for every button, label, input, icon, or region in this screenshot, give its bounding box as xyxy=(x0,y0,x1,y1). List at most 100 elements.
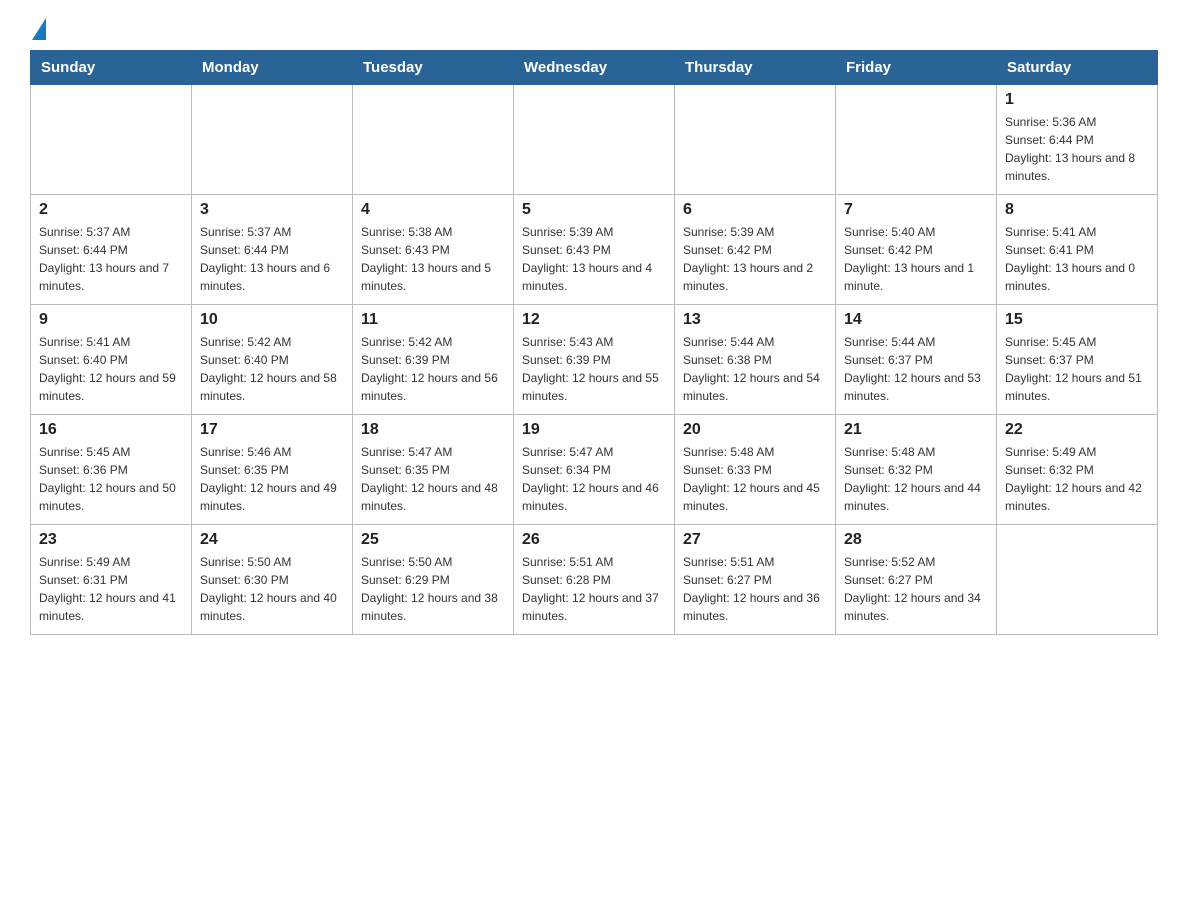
calendar-cell: 7Sunrise: 5:40 AMSunset: 6:42 PMDaylight… xyxy=(836,195,997,305)
day-info: Sunrise: 5:41 AMSunset: 6:41 PMDaylight:… xyxy=(1005,223,1149,295)
day-info: Sunrise: 5:44 AMSunset: 6:37 PMDaylight:… xyxy=(844,333,988,405)
column-header-wednesday: Wednesday xyxy=(514,51,675,85)
calendar-cell: 6 Sunrise: 5:39 AMSunset: 6:42 PMDaylight… xyxy=(675,195,836,305)
column-header-sunday: Sunday xyxy=(31,51,192,85)
calendar-cell: 17 Sunrise: 5:46 AMSunset: 6:35 PMDayligh… xyxy=(192,415,353,525)
column-header-friday: Friday xyxy=(836,51,997,85)
calendar-cell xyxy=(31,85,192,195)
day-number: 8 xyxy=(1005,201,1149,219)
day-number: 25 xyxy=(361,531,505,549)
day-number: 24 xyxy=(200,531,344,549)
day-number: 18 xyxy=(361,421,505,439)
day-number: 16 xyxy=(39,421,183,439)
day-info: Sunrise: 5:50 AMSunset: 6:30 PMDaylight:… xyxy=(200,553,344,625)
day-info: Sunrise: 5:41 AMSunset: 6:40 PMDaylight:… xyxy=(39,333,183,405)
day-info: Sunrise: 5:42 AMSunset: 6:39 PMDaylight:… xyxy=(361,333,505,405)
day-info: Sunrise: 5:40 AMSunset: 6:42 PMDaylight:… xyxy=(844,223,988,295)
calendar-cell: 10 Sunrise: 5:42 AMSunset: 6:40 PMDayligh… xyxy=(192,305,353,415)
calendar-cell xyxy=(192,85,353,195)
day-info: Sunrise: 5:45 AMSunset: 6:36 PMDaylight:… xyxy=(39,443,183,515)
day-number: 22 xyxy=(1005,421,1149,439)
calendar-week-row: 16 Sunrise: 5:45 AMSunset: 6:36 PMDayligh… xyxy=(31,415,1158,525)
day-number: 27 xyxy=(683,531,827,549)
calendar-cell: 21 Sunrise: 5:48 AMSunset: 6:32 PMDayligh… xyxy=(836,415,997,525)
day-info: Sunrise: 5:38 AMSunset: 6:43 PMDaylight:… xyxy=(361,223,505,295)
day-number: 19 xyxy=(522,421,666,439)
day-info: Sunrise: 5:50 AMSunset: 6:29 PMDaylight:… xyxy=(361,553,505,625)
calendar-week-row: 1Sunrise: 5:36 AMSunset: 6:44 PMDaylight… xyxy=(31,85,1158,195)
column-header-monday: Monday xyxy=(192,51,353,85)
calendar-cell: 8 Sunrise: 5:41 AMSunset: 6:41 PMDaylight… xyxy=(997,195,1158,305)
day-info: Sunrise: 5:44 AMSunset: 6:38 PMDaylight:… xyxy=(683,333,827,405)
day-number: 21 xyxy=(844,421,988,439)
calendar-cell xyxy=(514,85,675,195)
day-info: Sunrise: 5:37 AMSunset: 6:44 PMDaylight:… xyxy=(39,223,183,295)
day-info: Sunrise: 5:48 AMSunset: 6:33 PMDaylight:… xyxy=(683,443,827,515)
calendar-cell xyxy=(836,85,997,195)
calendar-cell: 5Sunrise: 5:39 AMSunset: 6:43 PMDaylight… xyxy=(514,195,675,305)
day-number: 5 xyxy=(522,201,666,219)
day-info: Sunrise: 5:45 AMSunset: 6:37 PMDaylight:… xyxy=(1005,333,1149,405)
day-number: 26 xyxy=(522,531,666,549)
calendar-week-row: 23 Sunrise: 5:49 AMSunset: 6:31 PMDayligh… xyxy=(31,525,1158,635)
calendar-cell: 11 Sunrise: 5:42 AMSunset: 6:39 PMDayligh… xyxy=(353,305,514,415)
day-number: 20 xyxy=(683,421,827,439)
calendar-cell xyxy=(997,525,1158,635)
calendar-cell: 26 Sunrise: 5:51 AMSunset: 6:28 PMDayligh… xyxy=(514,525,675,635)
calendar-cell: 25 Sunrise: 5:50 AMSunset: 6:29 PMDayligh… xyxy=(353,525,514,635)
day-info: Sunrise: 5:51 AMSunset: 6:27 PMDaylight:… xyxy=(683,553,827,625)
calendar-cell: 20 Sunrise: 5:48 AMSunset: 6:33 PMDayligh… xyxy=(675,415,836,525)
calendar-table: SundayMondayTuesdayWednesdayThursdayFrid… xyxy=(30,50,1158,635)
calendar-cell: 12 Sunrise: 5:43 AMSunset: 6:39 PMDayligh… xyxy=(514,305,675,415)
calendar-cell: 2 Sunrise: 5:37 AMSunset: 6:44 PMDaylight… xyxy=(31,195,192,305)
day-info: Sunrise: 5:49 AMSunset: 6:31 PMDaylight:… xyxy=(39,553,183,625)
logo xyxy=(30,20,46,40)
day-info: Sunrise: 5:48 AMSunset: 6:32 PMDaylight:… xyxy=(844,443,988,515)
day-number: 2 xyxy=(39,201,183,219)
calendar-cell: 22 Sunrise: 5:49 AMSunset: 6:32 PMDayligh… xyxy=(997,415,1158,525)
calendar-cell: 23 Sunrise: 5:49 AMSunset: 6:31 PMDayligh… xyxy=(31,525,192,635)
calendar-week-row: 9 Sunrise: 5:41 AMSunset: 6:40 PMDaylight… xyxy=(31,305,1158,415)
day-number: 1 xyxy=(1005,91,1149,109)
day-number: 15 xyxy=(1005,311,1149,329)
day-number: 9 xyxy=(39,311,183,329)
day-number: 13 xyxy=(683,311,827,329)
day-info: Sunrise: 5:37 AMSunset: 6:44 PMDaylight:… xyxy=(200,223,344,295)
column-header-saturday: Saturday xyxy=(997,51,1158,85)
day-number: 10 xyxy=(200,311,344,329)
calendar-cell: 18 Sunrise: 5:47 AMSunset: 6:35 PMDayligh… xyxy=(353,415,514,525)
calendar-week-row: 2 Sunrise: 5:37 AMSunset: 6:44 PMDaylight… xyxy=(31,195,1158,305)
day-info: Sunrise: 5:51 AMSunset: 6:28 PMDaylight:… xyxy=(522,553,666,625)
calendar-cell: 4Sunrise: 5:38 AMSunset: 6:43 PMDaylight… xyxy=(353,195,514,305)
day-info: Sunrise: 5:47 AMSunset: 6:34 PMDaylight:… xyxy=(522,443,666,515)
day-info: Sunrise: 5:52 AMSunset: 6:27 PMDaylight:… xyxy=(844,553,988,625)
calendar-cell: 9 Sunrise: 5:41 AMSunset: 6:40 PMDaylight… xyxy=(31,305,192,415)
day-number: 12 xyxy=(522,311,666,329)
calendar-cell: 16 Sunrise: 5:45 AMSunset: 6:36 PMDayligh… xyxy=(31,415,192,525)
day-number: 11 xyxy=(361,311,505,329)
calendar-cell: 14 Sunrise: 5:44 AMSunset: 6:37 PMDayligh… xyxy=(836,305,997,415)
day-info: Sunrise: 5:49 AMSunset: 6:32 PMDaylight:… xyxy=(1005,443,1149,515)
day-info: Sunrise: 5:43 AMSunset: 6:39 PMDaylight:… xyxy=(522,333,666,405)
calendar-cell: 19 Sunrise: 5:47 AMSunset: 6:34 PMDayligh… xyxy=(514,415,675,525)
calendar-cell: 27 Sunrise: 5:51 AMSunset: 6:27 PMDayligh… xyxy=(675,525,836,635)
calendar-cell: 13 Sunrise: 5:44 AMSunset: 6:38 PMDayligh… xyxy=(675,305,836,415)
column-header-thursday: Thursday xyxy=(675,51,836,85)
day-number: 14 xyxy=(844,311,988,329)
day-info: Sunrise: 5:46 AMSunset: 6:35 PMDaylight:… xyxy=(200,443,344,515)
day-info: Sunrise: 5:42 AMSunset: 6:40 PMDaylight:… xyxy=(200,333,344,405)
day-number: 23 xyxy=(39,531,183,549)
calendar-cell xyxy=(675,85,836,195)
calendar-cell: 28 Sunrise: 5:52 AMSunset: 6:27 PMDayligh… xyxy=(836,525,997,635)
day-number: 28 xyxy=(844,531,988,549)
day-number: 6 xyxy=(683,201,827,219)
day-info: Sunrise: 5:39 AMSunset: 6:42 PMDaylight:… xyxy=(683,223,827,295)
calendar-cell xyxy=(353,85,514,195)
day-number: 17 xyxy=(200,421,344,439)
calendar-cell: 15 Sunrise: 5:45 AMSunset: 6:37 PMDayligh… xyxy=(997,305,1158,415)
calendar-header-row: SundayMondayTuesdayWednesdayThursdayFrid… xyxy=(31,51,1158,85)
calendar-cell: 24 Sunrise: 5:50 AMSunset: 6:30 PMDayligh… xyxy=(192,525,353,635)
day-info: Sunrise: 5:47 AMSunset: 6:35 PMDaylight:… xyxy=(361,443,505,515)
page-header xyxy=(30,20,1158,40)
calendar-cell: 1Sunrise: 5:36 AMSunset: 6:44 PMDaylight… xyxy=(997,85,1158,195)
